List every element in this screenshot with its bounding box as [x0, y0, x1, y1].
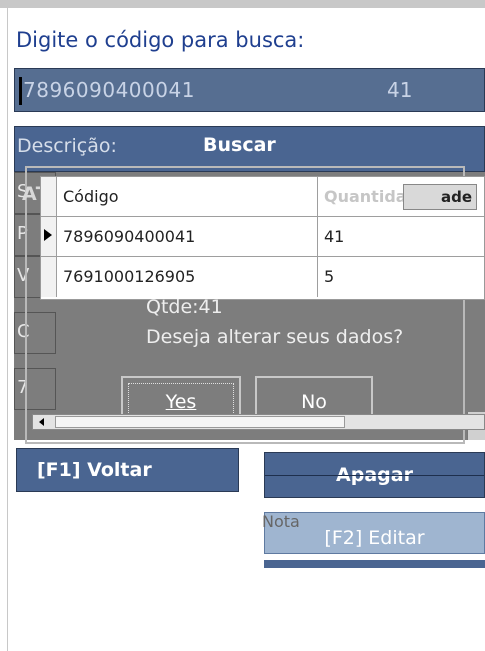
dialog-message-qty: Qtde:41 — [146, 296, 223, 318]
back-button[interactable]: [F1] Voltar — [16, 448, 239, 492]
scroll-left-icon[interactable] — [39, 418, 44, 426]
row-code: 7896090400041 — [63, 227, 196, 246]
header-overlap-text: ade — [403, 184, 477, 210]
window-left-border — [0, 8, 8, 651]
text-caret — [19, 77, 22, 105]
table-row[interactable]: 7691000126905 5 — [41, 257, 484, 297]
row-code: 7691000126905 — [63, 267, 196, 286]
dialog-message-question: Deseja alterar seus dados? — [146, 326, 404, 348]
search-code-value: 7896090400041 — [23, 78, 195, 102]
scrollbar-thumb[interactable] — [55, 416, 345, 428]
description-label: Descrição: — [17, 135, 117, 157]
horizontal-scrollbar[interactable] — [32, 414, 485, 430]
row-qty: 5 — [324, 267, 335, 286]
edit-button-underline — [264, 560, 485, 568]
search-qty-value: 41 — [387, 78, 413, 102]
window-top-border — [0, 0, 485, 8]
column-header-code: Código — [63, 187, 119, 206]
delete-button[interactable]: Apagar — [264, 452, 485, 498]
items-table[interactable]: Código Quantidade ade 7896090400041 41 7… — [40, 176, 485, 300]
search-code-input[interactable]: 7896090400041 41 — [14, 68, 485, 112]
row-selector-icon — [44, 229, 52, 241]
search-prompt-label: Digite o código para busca: — [16, 28, 305, 52]
search-button[interactable]: Buscar — [203, 134, 276, 156]
table-header: Código Quantidade ade — [41, 177, 484, 217]
row-qty: 41 — [324, 227, 345, 246]
nota-label: Nota — [262, 512, 300, 531]
table-row[interactable]: 7896090400041 41 — [41, 217, 484, 257]
